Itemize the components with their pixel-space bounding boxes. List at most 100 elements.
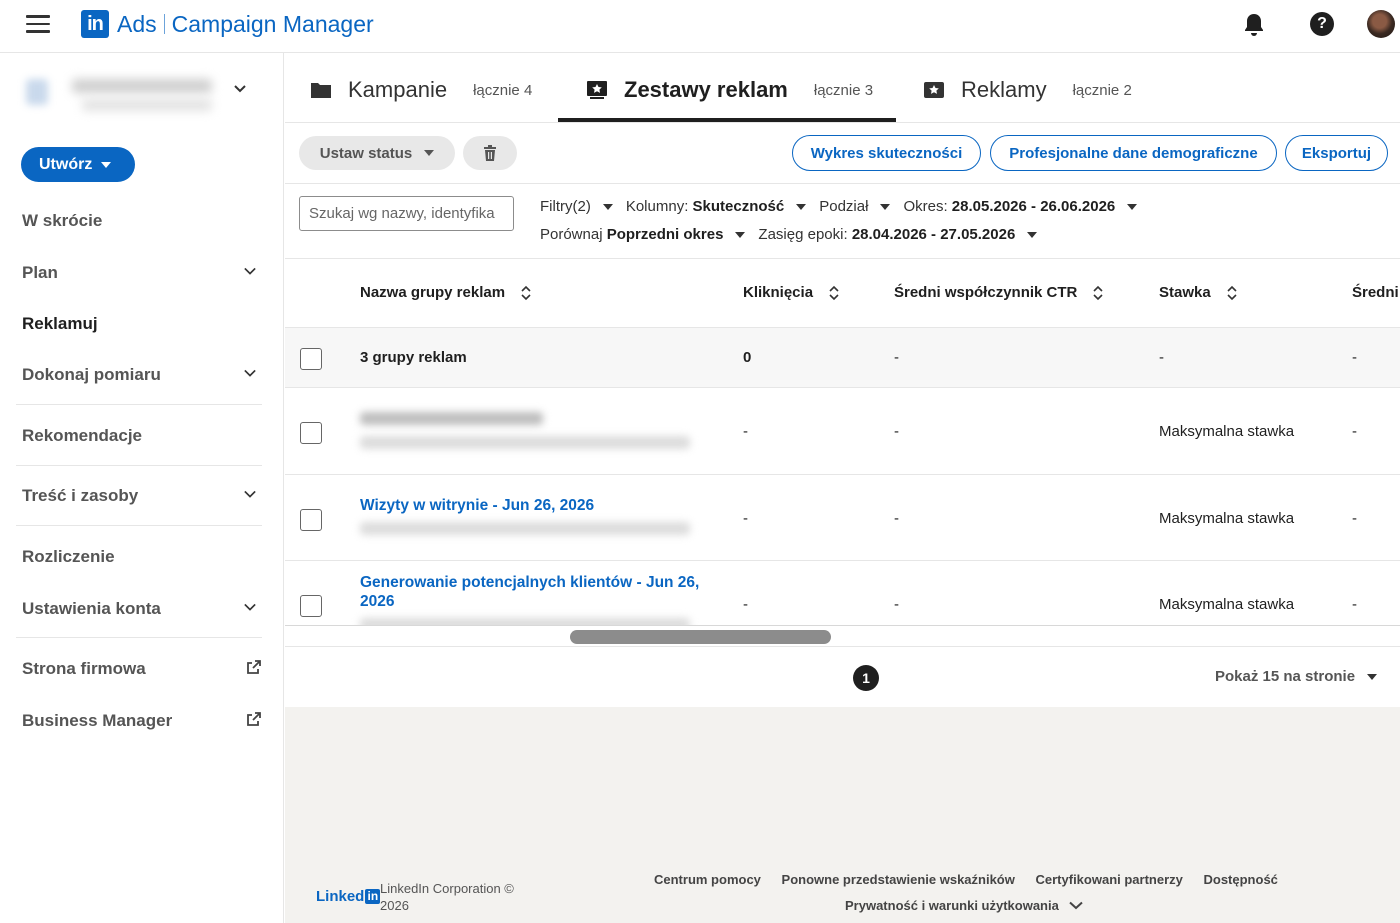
row-bid: Maksymalna stawka — [1159, 510, 1295, 527]
export-label: Eksportuj — [1301, 144, 1372, 162]
scrollbar-thumb[interactable] — [570, 630, 831, 644]
sidebar-item-label: W skrócie — [22, 211, 103, 230]
column-header-avg[interactable]: Średni — [1352, 284, 1399, 301]
table-row[interactable]: - - Maksymalna stawka - — [285, 388, 1400, 475]
footer-privacy-label: Prywatność i warunki użytkowania — [845, 898, 1059, 913]
ad-set-name-link[interactable]: Generowanie potencjalnych klientów - Jun… — [360, 573, 705, 611]
external-link-icon — [247, 660, 261, 674]
column-header-bid[interactable]: Stawka — [1159, 284, 1237, 301]
compare-dropdown[interactable]: Porównaj Poprzedni okres — [540, 226, 746, 243]
ad-set-name-link[interactable]: Wizyty w witrynie - Jun 26, 2026 — [360, 496, 594, 515]
per-page-label: Pokaż 15 na stronie — [1215, 668, 1356, 685]
set-status-label: Ustaw status — [319, 144, 413, 162]
summary-avg: - — [1352, 349, 1357, 366]
epoch-dropdown[interactable]: Zasięg epoki: 28.04.2026 - 27.05.2026 — [758, 226, 1038, 243]
horizontal-scrollbar[interactable] — [285, 625, 1400, 647]
sidebar-item-business-manager[interactable]: Business Manager — [22, 711, 262, 731]
footer-link-help[interactable]: Centrum pomocy — [654, 872, 761, 887]
help-icon[interactable]: ? — [1310, 12, 1334, 36]
sidebar-item-content-assets[interactable]: Treść i zasoby — [22, 486, 262, 506]
sidebar-item-plan[interactable]: Plan — [22, 263, 262, 283]
brand[interactable]: in Ads Campaign Manager — [81, 10, 374, 38]
tab-count: łącznie 4 — [473, 81, 533, 99]
sidebar-divider — [16, 637, 262, 638]
row-ctr: - — [894, 510, 899, 527]
footer: Linked in LinkedIn Corporation © 2026 Cen… — [285, 863, 1400, 923]
compare-label: Porównaj — [540, 226, 603, 243]
filters-row-2: Porównaj Poprzedni okres Zasięg epoki: 2… — [540, 226, 1050, 243]
tab-label: Zestawy reklam — [624, 77, 788, 102]
account-switcher[interactable] — [26, 75, 256, 115]
page-button[interactable]: 1 — [853, 665, 879, 691]
pagination: 1 Pokaż 15 na stronie — [285, 647, 1400, 707]
column-header-clicks[interactable]: Kliknięcia — [743, 284, 839, 301]
breakdown-label: Podział — [819, 198, 869, 215]
tab-ads[interactable]: Reklamy łącznie 2 — [923, 75, 1132, 105]
sidebar: Utwórz W skrócie Plan Reklamuj Dokonaj p… — [0, 53, 284, 923]
chevron-down-icon — [234, 85, 246, 93]
per-page-dropdown[interactable]: Pokaż 15 na stronie — [1215, 668, 1378, 685]
select-all-checkbox[interactable] — [300, 348, 322, 370]
filters-bar: Filtry(2) Kolumny: Skuteczność Podział O… — [285, 184, 1400, 259]
footer-link-accessibility[interactable]: Dostępność — [1204, 872, 1278, 887]
column-header-name[interactable]: Nazwa grupy reklam — [360, 284, 531, 301]
chevron-down-icon — [244, 369, 256, 377]
footer-privacy-dropdown[interactable]: Prywatność i warunki użytkowania — [845, 898, 1083, 913]
sidebar-item-company-page[interactable]: Strona firmowa — [22, 659, 262, 679]
caret-down-icon — [796, 203, 807, 210]
footer-links: Centrum pomocy Ponowne przedstawienie ws… — [654, 872, 1295, 887]
avatar[interactable] — [1367, 10, 1395, 38]
linkedin-logo-icon: in — [81, 10, 109, 38]
columns-dropdown[interactable]: Kolumny: Skuteczność — [626, 198, 807, 215]
demographics-label: Profesjonalne dane demograficzne — [1009, 144, 1258, 162]
sidebar-item-billing[interactable]: Rozliczenie — [22, 547, 262, 567]
epoch-label: Zasięg epoki: — [758, 226, 848, 243]
table-row[interactable]: Generowanie potencjalnych klientów - Jun… — [285, 561, 1400, 625]
filters-label: Filtry(2) — [540, 198, 591, 215]
demographics-button[interactable]: Profesjonalne dane demograficzne — [990, 135, 1277, 171]
column-header-label: Stawka — [1159, 284, 1211, 301]
set-status-button[interactable]: Ustaw status — [299, 136, 455, 170]
delete-button[interactable] — [463, 136, 517, 170]
create-button[interactable]: Utwórz — [21, 147, 135, 182]
row-checkbox[interactable] — [300, 509, 322, 531]
sidebar-item-overview[interactable]: W skrócie — [22, 211, 262, 231]
column-header-label: Średni — [1352, 284, 1399, 301]
sidebar-item-measure[interactable]: Dokonaj pomiaru — [22, 365, 262, 385]
row-avg: - — [1352, 423, 1357, 440]
column-header-ctr[interactable]: Średni współczynnik CTR — [894, 284, 1103, 301]
tab-label: Kampanie — [348, 77, 448, 102]
tab-ad-sets[interactable]: Zestawy reklam łącznie 3 — [586, 75, 873, 105]
folder-icon — [311, 83, 331, 98]
performance-chart-button[interactable]: Wykres skuteczności — [792, 135, 981, 171]
sidebar-item-advertise[interactable]: Reklamuj — [22, 314, 262, 334]
sidebar-item-label: Dokonaj pomiaru — [22, 365, 161, 384]
sidebar-divider — [16, 525, 262, 526]
tab-label: Reklamy — [961, 77, 1047, 102]
period-value: 28.05.2026 - 26.06.2026 — [951, 198, 1116, 215]
row-checkbox[interactable] — [300, 595, 322, 617]
table-header: Nazwa grupy reklam Kliknięcia Średni wsp… — [285, 259, 1400, 328]
row-checkbox[interactable] — [300, 422, 322, 444]
search-input[interactable] — [299, 196, 514, 231]
sidebar-item-recommendations[interactable]: Rekomendacje — [22, 426, 262, 446]
notifications-bell-icon[interactable] — [1242, 12, 1266, 38]
sidebar-item-label: Plan — [22, 263, 58, 282]
breakdown-dropdown[interactable]: Podział — [819, 198, 891, 215]
footer-link-partners[interactable]: Certyfikowani partnerzy — [1036, 872, 1183, 887]
caret-down-icon — [1127, 203, 1138, 210]
caret-down-icon — [880, 203, 891, 210]
period-dropdown[interactable]: Okres: 28.05.2026 - 26.06.2026 — [903, 198, 1138, 215]
tab-campaigns[interactable]: Kampanie łącznie 4 — [310, 75, 532, 105]
sort-icon — [829, 285, 839, 300]
export-button[interactable]: Eksportuj — [1285, 135, 1388, 171]
footer-logo-text: Linked — [316, 888, 365, 905]
brand-ads: Ads — [117, 10, 157, 37]
menu-icon[interactable] — [26, 15, 50, 35]
filters-dropdown[interactable]: Filtry(2) — [540, 198, 613, 215]
sidebar-item-account-settings[interactable]: Ustawienia konta — [22, 599, 262, 619]
table-row[interactable]: Wizyty w witrynie - Jun 26, 2026 - - Mak… — [285, 475, 1400, 561]
row-clicks: - — [743, 510, 748, 527]
chevron-down-icon — [244, 490, 256, 498]
footer-link-metrics[interactable]: Ponowne przedstawienie wskaźników — [782, 872, 1015, 887]
